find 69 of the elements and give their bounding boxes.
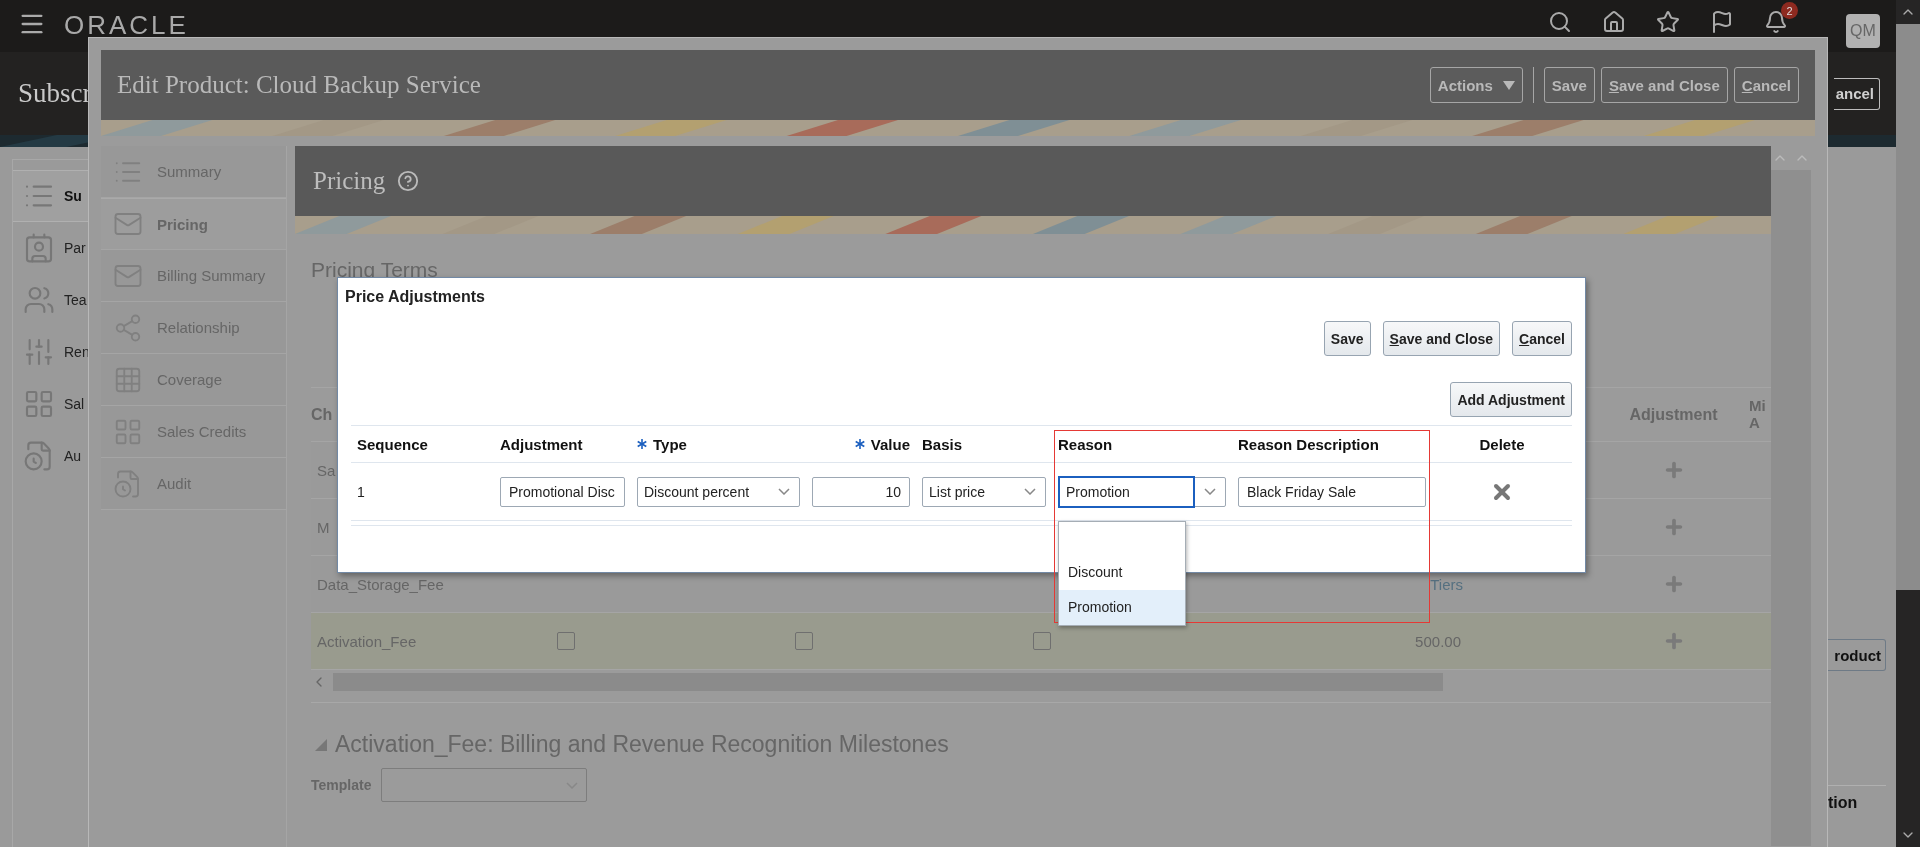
nav-label: Ren [64, 344, 88, 360]
column-header: Value [870, 435, 910, 453]
network-icon [113, 312, 143, 343]
nav-item[interactable]: Ren [13, 326, 88, 378]
checkbox[interactable] [557, 632, 575, 650]
nav-label: Sal [64, 396, 85, 412]
header-button[interactable]: Save and Close [1600, 67, 1728, 103]
home-icon[interactable] [1602, 10, 1626, 34]
nav-item[interactable]: Au [13, 430, 88, 482]
column-header: Adjustment [500, 435, 583, 453]
dropdown-option[interactable]: Promotion [1059, 589, 1185, 625]
checkbox[interactable] [1033, 632, 1051, 650]
column-header: Type [653, 435, 687, 453]
column-header: Reason Description [1238, 435, 1379, 453]
notification-badge: 2 [1781, 2, 1798, 19]
dialog-button[interactable]: Save [1323, 321, 1371, 356]
star-icon[interactable] [1656, 10, 1680, 34]
chevron-down-icon [1204, 488, 1216, 495]
add-adjustment-button[interactable]: Add Adjustment [1450, 382, 1572, 417]
nav-label: Tea [64, 292, 87, 308]
input-field[interactable]: 10 [812, 476, 910, 507]
scrollbar[interactable] [1896, 0, 1920, 847]
dialog-button[interactable]: Cancel [1512, 321, 1572, 356]
sliders-icon [23, 336, 55, 368]
people-icon [23, 284, 55, 316]
template-select[interactable] [381, 768, 588, 802]
section-label: tion [1828, 793, 1859, 813]
nav-label: Par [64, 240, 86, 256]
product-button[interactable]: roduct [1828, 639, 1886, 671]
page-cancel-button[interactable]: ancel [1833, 77, 1880, 110]
basis-select[interactable]: List price [922, 476, 1046, 507]
nav-label: Au [64, 448, 82, 464]
section-title: Pricing [313, 167, 386, 195]
column-header: Delete [1479, 435, 1525, 453]
type-select[interactable]: Discount percent [637, 476, 800, 507]
table-cell: 1 [357, 483, 365, 500]
header-button[interactable]: Save [1543, 67, 1595, 103]
input-field[interactable]: Black Friday Sale [1238, 476, 1426, 507]
column-header: Sequence [357, 435, 428, 453]
caret-icon [1502, 80, 1515, 90]
flag-icon[interactable] [1710, 10, 1734, 34]
column-header: Basis [922, 435, 963, 453]
chevron-down-icon [1024, 488, 1036, 495]
nav-item[interactable]: Sal [13, 378, 88, 430]
dialog-title: Price Adjustments [345, 288, 486, 306]
window-title: Edit Product: Cloud Backup Service [117, 71, 481, 99]
collapse-icon[interactable] [315, 738, 327, 751]
nav-item[interactable]: Tea [13, 274, 88, 326]
help-icon[interactable] [397, 170, 420, 192]
scrollbar-thumb[interactable] [1896, 24, 1920, 590]
dialog-button[interactable]: Save and Close [1382, 321, 1501, 356]
contact-card-icon [23, 232, 55, 264]
bell-icon[interactable] [1764, 10, 1788, 34]
header-button[interactable]: Cancel [1733, 67, 1799, 103]
input-field[interactable]: Promotional Disc [500, 476, 625, 507]
reason-select[interactable]: Promotion [1058, 476, 1226, 507]
actions-menu-button[interactable]: Actions [1429, 67, 1523, 103]
nav-item[interactable]: Par [13, 222, 88, 274]
column-header: Reason [1058, 435, 1113, 453]
dropdown-option[interactable] [1059, 521, 1185, 555]
dropdown-option[interactable]: Discount [1059, 554, 1185, 590]
logo: ORACLE [64, 12, 189, 38]
grid-icon [23, 388, 55, 420]
chevron-down-icon [778, 488, 790, 495]
scrollbar-track[interactable] [1771, 170, 1811, 846]
search-icon[interactable] [1548, 10, 1572, 34]
checkbox[interactable] [795, 632, 813, 650]
nav-label: Su [64, 188, 82, 204]
nav-item[interactable]: Su [13, 170, 88, 222]
